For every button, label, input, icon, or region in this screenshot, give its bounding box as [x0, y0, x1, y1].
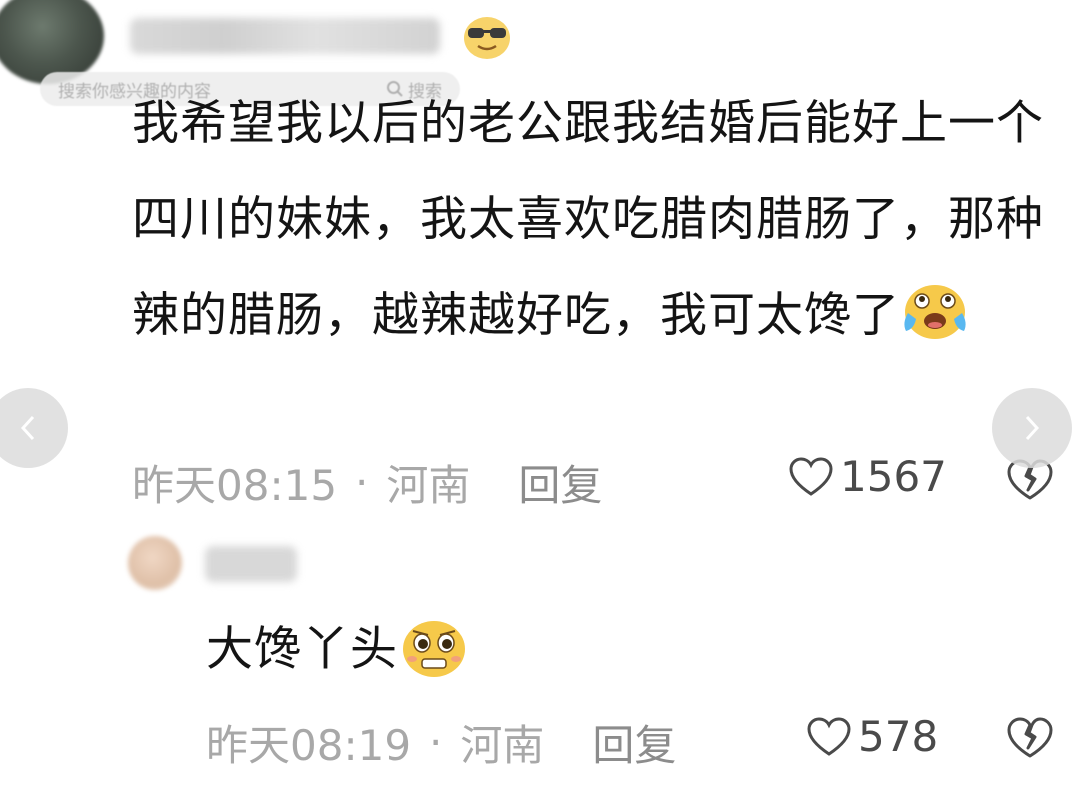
replier-name-blurred[interactable]	[205, 546, 297, 582]
meta-separator: ·	[429, 718, 443, 767]
reply-button[interactable]: 回复	[518, 452, 602, 513]
replier-avatar[interactable]	[128, 536, 182, 590]
sunglasses-emoji-icon	[464, 17, 510, 59]
comment-time: 昨天08:15	[132, 461, 338, 510]
reply-location: 河南	[460, 721, 545, 770]
reply-button[interactable]: 回复	[592, 712, 676, 773]
reply-meta: 昨天08:19 · 河南 回复	[206, 712, 676, 773]
commenter-name-blurred[interactable]	[130, 18, 440, 54]
broken-heart-icon[interactable]	[1006, 716, 1054, 760]
like-count: 578	[858, 712, 939, 761]
comment-location: 河南	[386, 461, 471, 510]
comment-text: 我希望我以后的老公跟我结婚后能好上一个四川的妹妹，我太喜欢吃腊肉腊肠了，那种辣的…	[132, 76, 1062, 364]
heart-outline-icon	[807, 716, 851, 756]
pleading-smile-emoji-icon	[403, 621, 465, 677]
next-arrow-button[interactable]	[992, 388, 1072, 468]
meta-separator: ·	[355, 458, 369, 507]
crying-laughing-emoji-icon	[904, 285, 966, 339]
heart-outline-icon	[789, 456, 833, 496]
like-button[interactable]: 578	[806, 712, 938, 761]
reply-time: 昨天08:19	[206, 721, 412, 770]
reply-comment-text: 大馋丫头	[206, 610, 470, 690]
reply-body: 大馋丫头	[206, 622, 398, 677]
chevron-right-icon	[1025, 415, 1040, 441]
comment-meta: 昨天08:15 · 河南 回复	[132, 452, 602, 513]
like-count: 1567	[840, 452, 947, 501]
chevron-left-icon	[20, 415, 35, 441]
like-button[interactable]: 1567	[788, 452, 947, 501]
previous-arrow-button[interactable]	[0, 388, 68, 468]
